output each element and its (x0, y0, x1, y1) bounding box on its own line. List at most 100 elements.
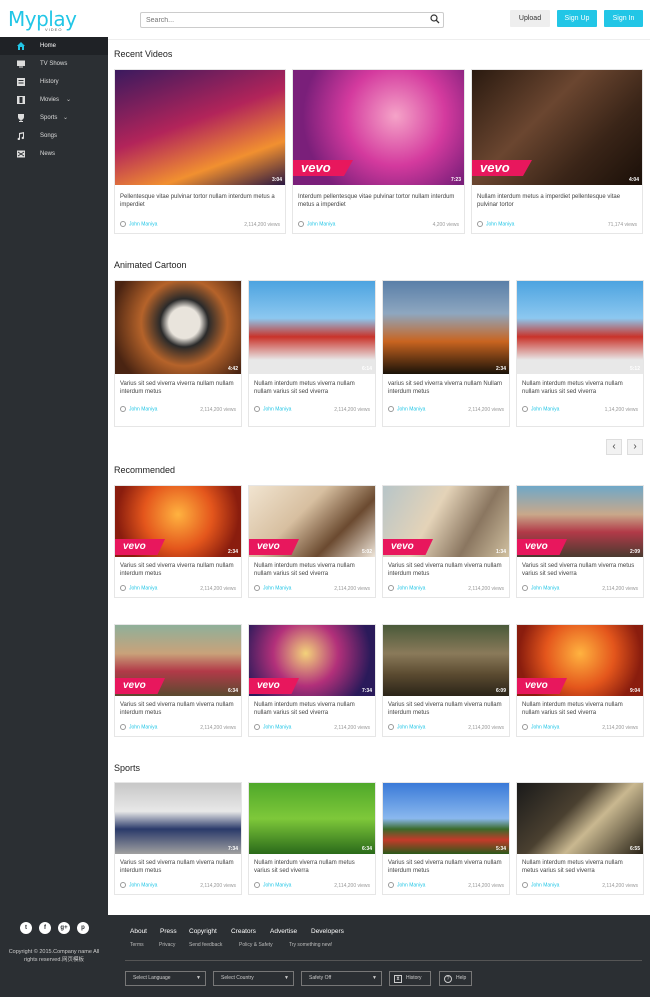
video-title[interactable]: Varius sit sed viverra nullam viverra nu… (120, 859, 236, 875)
video-author[interactable]: John Maniya (388, 724, 425, 731)
video-author[interactable]: John Maniya (388, 882, 425, 889)
video-title[interactable]: Varius sit sed viverra viverra nullam nu… (120, 380, 236, 396)
video-card[interactable]: 6:09 Varius sit sed viverra nullam viver… (382, 624, 510, 737)
country-select[interactable]: Select Country ▼ (213, 971, 294, 986)
sidebar-item-tv-shows[interactable]: TV Shows (0, 55, 108, 73)
video-title[interactable]: Varius sit sed viverra nullam viverra nu… (388, 701, 504, 717)
sidebar-item-news[interactable]: News (0, 145, 108, 163)
next-arrow-button[interactable]: › (627, 439, 643, 455)
video-thumbnail[interactable]: vevo 2:09 (517, 486, 643, 557)
footer-link-privacy[interactable]: Privacy (159, 942, 175, 948)
video-thumbnail[interactable]: 4:42 (115, 281, 241, 374)
video-author[interactable]: John Maniya (120, 406, 160, 413)
video-author[interactable]: John Maniya (254, 724, 291, 731)
video-card[interactable]: vevo 2:34 Varius sit sed viverra viverra … (114, 485, 242, 598)
video-card[interactable]: vevo 9:04 Nullam interdum metus viverra n… (516, 624, 644, 737)
sign-up-button[interactable]: Sign Up (557, 10, 597, 27)
sidebar-item-movies[interactable]: Movies ⌄ (0, 91, 108, 109)
video-author[interactable]: John Maniya (120, 585, 157, 592)
logo[interactable]: Myplay (8, 7, 77, 31)
video-title[interactable]: Nullam interdum metus viverra nullam nul… (254, 380, 370, 396)
sidebar-item-home[interactable]: Home (0, 37, 108, 55)
google-plus-icon[interactable]: g+ (58, 922, 70, 934)
video-title[interactable]: Interdum pellentesque vitae pulvinar tor… (298, 193, 459, 209)
sidebar-item-history[interactable]: History (0, 73, 108, 91)
footer-link-copyright[interactable]: Copyright (189, 928, 217, 935)
video-author[interactable]: John Maniya (254, 406, 294, 413)
facebook-icon[interactable]: f (39, 922, 51, 934)
video-thumbnail[interactable]: 2:34 (383, 281, 509, 374)
video-author[interactable]: John Maniya (120, 724, 157, 731)
video-card[interactable]: 6:14 Nullam interdum metus viverra nulla… (248, 280, 376, 427)
video-card[interactable]: vevo 7:34 Nullam interdum metus viverra n… (248, 624, 376, 737)
video-title[interactable]: Varius sit sed viverra nullam viverra me… (522, 562, 638, 578)
footer-link-try-new[interactable]: Try something new! (289, 942, 332, 948)
twitter-icon[interactable]: t (20, 922, 32, 934)
language-select[interactable]: Select Language ▼ (125, 971, 206, 986)
video-card[interactable]: 4:42 Varius sit sed viverra viverra null… (114, 280, 242, 427)
upload-button[interactable]: Upload (510, 10, 550, 27)
video-title[interactable]: Varius sit sed viverra nullam viverra nu… (388, 562, 504, 578)
video-title[interactable]: Varius sit sed viverra viverra nullam nu… (120, 562, 236, 578)
video-card[interactable]: vevo 7:23 Interdum pellentesque vitae pul… (292, 69, 465, 234)
video-card[interactable]: 5:12 Nullam interdum metus viverra nulla… (516, 280, 644, 427)
history-button[interactable]: ⧗ History (389, 971, 431, 986)
pinterest-icon[interactable]: p (77, 922, 89, 934)
sidebar-item-songs[interactable]: Songs (0, 127, 108, 145)
search-icon[interactable] (430, 14, 440, 24)
video-title[interactable]: varius sit sed viverra viverra nullam Nu… (388, 380, 504, 396)
video-card[interactable]: 3:04 Pellentesque vitae pulvinar tortor … (114, 69, 286, 234)
video-author[interactable]: John Maniya (522, 585, 559, 592)
video-thumbnail[interactable]: 5:34 (383, 783, 509, 854)
video-thumbnail[interactable]: 7:34 (115, 783, 241, 854)
video-thumbnail[interactable]: vevo 2:34 (115, 486, 241, 557)
video-author[interactable]: John Maniya (120, 882, 157, 889)
video-title[interactable]: Varius sit sed viverra nullam viverra nu… (388, 859, 504, 875)
video-card[interactable]: vevo 5:02 Nullam interdum metus viverra n… (248, 485, 376, 598)
safety-select[interactable]: Safety Off ▼ (301, 971, 382, 986)
video-author[interactable]: John Maniya (522, 724, 559, 731)
video-thumbnail[interactable]: vevo 5:02 (249, 486, 375, 557)
footer-link-developers[interactable]: Developers (311, 928, 344, 935)
search-input[interactable] (140, 12, 444, 28)
footer-link-about[interactable]: About (130, 928, 147, 935)
video-thumbnail[interactable]: 6:09 (383, 625, 509, 696)
video-title[interactable]: Nullam interdum metus viverra nullam met… (522, 859, 638, 875)
video-title[interactable]: Varius sit sed viverra nullam viverra nu… (120, 701, 236, 717)
video-card[interactable]: 2:34 varius sit sed viverra viverra null… (382, 280, 510, 427)
video-title[interactable]: Nullam interdum metus a imperdiet pellen… (477, 193, 637, 209)
video-card[interactable]: vevo 4:04 Nullam interdum metus a imperdi… (471, 69, 643, 234)
video-thumbnail[interactable]: 6:14 (249, 281, 375, 374)
video-author[interactable]: John Maniya (298, 221, 335, 228)
footer-link-send-feedback[interactable]: Send feedback (189, 942, 222, 948)
video-thumbnail[interactable]: 6:34 (249, 783, 375, 854)
footer-link-policy-safety[interactable]: Policy & Safety (239, 942, 273, 948)
video-thumbnail[interactable]: 6:55 (517, 783, 643, 854)
video-thumbnail[interactable]: vevo 7:23 (293, 70, 464, 185)
video-thumbnail[interactable]: vevo 7:34 (249, 625, 375, 696)
video-card[interactable]: 5:34 Varius sit sed viverra nullam viver… (382, 782, 510, 895)
video-title[interactable]: Nullam interdum metus viverra nullam nul… (522, 701, 638, 717)
video-thumbnail[interactable]: vevo 9:04 (517, 625, 643, 696)
footer-link-advertise[interactable]: Advertise (270, 928, 297, 935)
video-title[interactable]: Nullam interdum metus viverra nullam nul… (254, 562, 370, 578)
video-title[interactable]: Nullam interdum metus viverra nullam nul… (522, 380, 638, 396)
video-card[interactable]: vevo 6:34 Varius sit sed viverra nullam v… (114, 624, 242, 737)
video-thumbnail[interactable]: 5:12 (517, 281, 643, 374)
video-card[interactable]: 6:55 Nullam interdum metus viverra nulla… (516, 782, 644, 895)
video-author[interactable]: John Maniya (120, 221, 157, 228)
video-thumbnail[interactable]: vevo 6:34 (115, 625, 241, 696)
previous-arrow-button[interactable]: ‹ (606, 439, 622, 455)
video-card[interactable]: vevo 1:34 Varius sit sed viverra nullam v… (382, 485, 510, 598)
video-title[interactable]: Pellentesque vitae pulvinar tortor nulla… (120, 193, 280, 209)
video-author[interactable]: John Maniya (388, 585, 425, 592)
footer-link-creators[interactable]: Creators (231, 928, 256, 935)
video-card[interactable]: 6:34 Nullam interdum viverra nullam metu… (248, 782, 376, 895)
chevron-down-icon[interactable]: ⌄ (63, 109, 68, 127)
video-thumbnail[interactable]: 3:04 (115, 70, 285, 185)
chevron-down-icon[interactable]: ⌄ (66, 91, 71, 109)
footer-link-terms[interactable]: Terms (130, 942, 144, 948)
help-button[interactable]: ? Help (439, 971, 472, 986)
video-title[interactable]: Nullam interdum metus viverra nullam nul… (254, 701, 370, 717)
video-card[interactable]: vevo 2:09 Varius sit sed viverra nullam v… (516, 485, 644, 598)
